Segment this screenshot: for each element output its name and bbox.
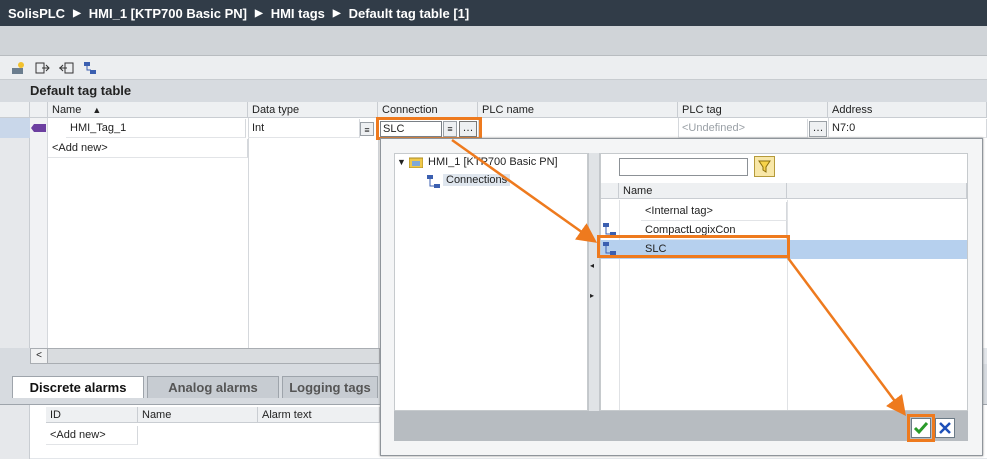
- annotation-arrows: [451, 138, 906, 417]
